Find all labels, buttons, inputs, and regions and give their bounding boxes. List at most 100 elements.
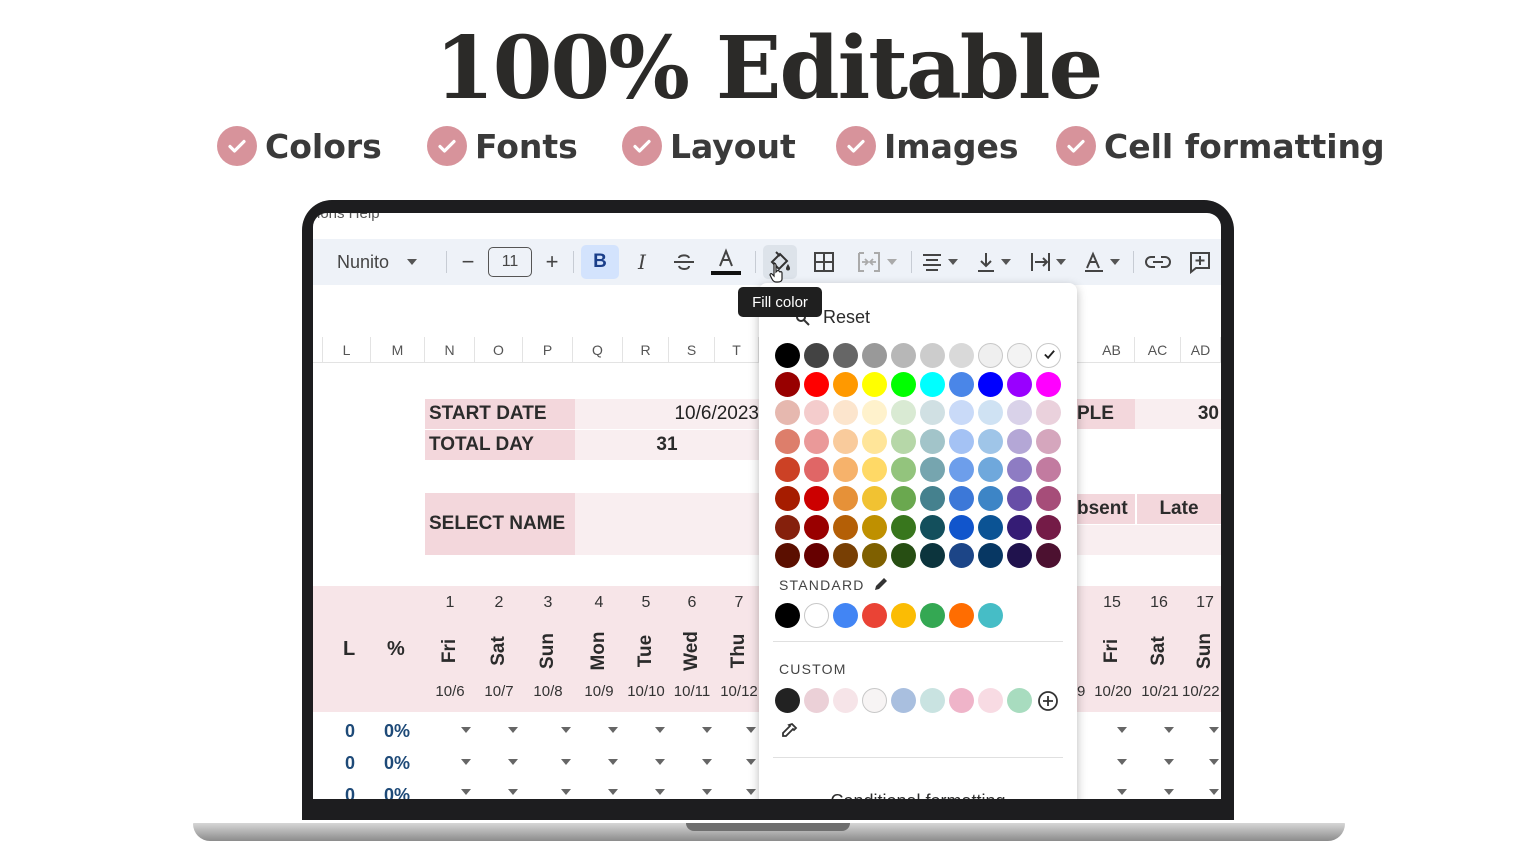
color-swatch[interactable] xyxy=(804,486,829,511)
color-swatch[interactable] xyxy=(978,371,1003,397)
color-swatch[interactable] xyxy=(978,688,1003,713)
color-swatch[interactable] xyxy=(804,603,829,628)
color-swatch[interactable] xyxy=(891,457,916,483)
color-swatch[interactable] xyxy=(862,400,887,426)
status-dropdown-icon[interactable] xyxy=(561,789,571,795)
column-header[interactable]: L xyxy=(323,337,371,363)
color-swatch[interactable] xyxy=(949,543,974,569)
color-swatch[interactable] xyxy=(920,343,945,368)
color-swatch[interactable] xyxy=(1036,428,1061,454)
color-swatch[interactable] xyxy=(1007,343,1032,368)
status-dropdown-icon[interactable] xyxy=(561,727,571,733)
color-swatch[interactable] xyxy=(833,428,858,454)
color-swatch[interactable] xyxy=(949,343,974,368)
color-swatch[interactable] xyxy=(1036,457,1061,483)
status-dropdown-icon[interactable] xyxy=(1117,789,1127,795)
status-dropdown-icon[interactable] xyxy=(702,789,712,795)
color-swatch[interactable] xyxy=(862,543,887,569)
select-name-dropdown[interactable] xyxy=(575,493,759,555)
status-dropdown-icon[interactable] xyxy=(655,727,665,733)
color-swatch[interactable] xyxy=(862,603,887,628)
color-swatch[interactable] xyxy=(1007,371,1032,397)
color-swatch[interactable] xyxy=(833,400,858,426)
color-swatch[interactable] xyxy=(804,514,829,540)
color-swatch[interactable] xyxy=(949,371,974,397)
eyedropper-icon[interactable] xyxy=(779,721,799,741)
color-swatch[interactable] xyxy=(775,514,800,540)
color-swatch[interactable] xyxy=(1007,400,1032,426)
color-swatch[interactable] xyxy=(833,688,858,713)
color-swatch[interactable] xyxy=(1007,688,1032,713)
color-swatch[interactable] xyxy=(775,688,800,713)
color-swatch[interactable] xyxy=(1036,343,1061,368)
color-swatch[interactable] xyxy=(891,603,916,628)
status-dropdown-icon[interactable] xyxy=(1209,759,1219,765)
status-dropdown-icon[interactable] xyxy=(608,759,618,765)
italic-button[interactable]: I xyxy=(629,245,655,279)
color-swatch[interactable] xyxy=(891,343,916,368)
color-swatch[interactable] xyxy=(775,603,800,628)
color-swatch[interactable] xyxy=(1036,514,1061,540)
column-header[interactable]: N xyxy=(425,337,475,363)
color-swatch[interactable] xyxy=(978,543,1003,569)
color-swatch[interactable] xyxy=(949,428,974,454)
color-swatch[interactable] xyxy=(833,514,858,540)
status-dropdown-icon[interactable] xyxy=(746,789,756,795)
color-swatch[interactable] xyxy=(949,688,974,713)
column-header[interactable]: T xyxy=(715,337,759,363)
status-dropdown-icon[interactable] xyxy=(1164,789,1174,795)
color-swatch[interactable] xyxy=(1007,486,1032,511)
status-dropdown-icon[interactable] xyxy=(746,727,756,733)
status-dropdown-icon[interactable] xyxy=(1164,759,1174,765)
color-swatch[interactable] xyxy=(891,400,916,426)
absent-header[interactable]: bsent xyxy=(1077,494,1135,524)
color-swatch[interactable] xyxy=(1007,428,1032,454)
color-swatch[interactable] xyxy=(804,343,829,368)
status-dropdown-icon[interactable] xyxy=(608,789,618,795)
color-swatch[interactable] xyxy=(1007,514,1032,540)
start-date-label[interactable]: START DATE xyxy=(425,399,575,429)
status-dropdown-icon[interactable] xyxy=(561,759,571,765)
color-swatch[interactable] xyxy=(775,486,800,511)
late-header[interactable]: Late xyxy=(1137,494,1221,524)
color-swatch[interactable] xyxy=(833,343,858,368)
vertical-align-icon[interactable] xyxy=(971,245,1015,279)
color-swatch[interactable] xyxy=(891,371,916,397)
color-swatch[interactable] xyxy=(949,603,974,628)
status-dropdown-icon[interactable] xyxy=(1117,727,1127,733)
column-header[interactable]: O xyxy=(475,337,523,363)
color-swatch[interactable] xyxy=(891,543,916,569)
menu-bar[interactable]: ions Help xyxy=(317,213,380,222)
column-header[interactable]: P xyxy=(523,337,573,363)
increase-font-size-button[interactable]: + xyxy=(541,245,563,279)
color-swatch[interactable] xyxy=(978,514,1003,540)
color-swatch[interactable] xyxy=(804,543,829,569)
color-swatch[interactable] xyxy=(949,514,974,540)
column-header[interactable] xyxy=(313,337,323,363)
font-size-input[interactable]: 11 xyxy=(488,247,532,277)
color-swatch[interactable] xyxy=(1036,486,1061,511)
color-swatch[interactable] xyxy=(1036,400,1061,426)
people-value[interactable]: 30 xyxy=(1135,399,1221,429)
status-dropdown-icon[interactable] xyxy=(655,759,665,765)
color-swatch[interactable] xyxy=(862,486,887,511)
column-header[interactable]: R xyxy=(623,337,669,363)
column-header[interactable]: AB xyxy=(1089,337,1135,363)
color-swatch[interactable] xyxy=(1036,371,1061,397)
color-swatch[interactable] xyxy=(949,486,974,511)
start-date-value[interactable]: 10/6/2023 xyxy=(575,399,759,429)
color-swatch[interactable] xyxy=(775,543,800,569)
people-label[interactable]: PLE xyxy=(1077,399,1135,429)
color-swatch[interactable] xyxy=(978,603,1003,628)
select-name-label[interactable]: SELECT NAME xyxy=(425,493,575,555)
color-swatch[interactable] xyxy=(1007,457,1032,483)
color-swatch[interactable] xyxy=(920,603,945,628)
color-swatch[interactable] xyxy=(920,400,945,426)
color-swatch[interactable] xyxy=(891,428,916,454)
status-dropdown-icon[interactable] xyxy=(508,759,518,765)
color-swatch[interactable] xyxy=(862,514,887,540)
attendance-summary-cell[interactable] xyxy=(1077,525,1221,555)
color-swatch[interactable] xyxy=(920,457,945,483)
late-percent[interactable]: 0% xyxy=(384,721,410,742)
color-swatch[interactable] xyxy=(920,371,945,397)
